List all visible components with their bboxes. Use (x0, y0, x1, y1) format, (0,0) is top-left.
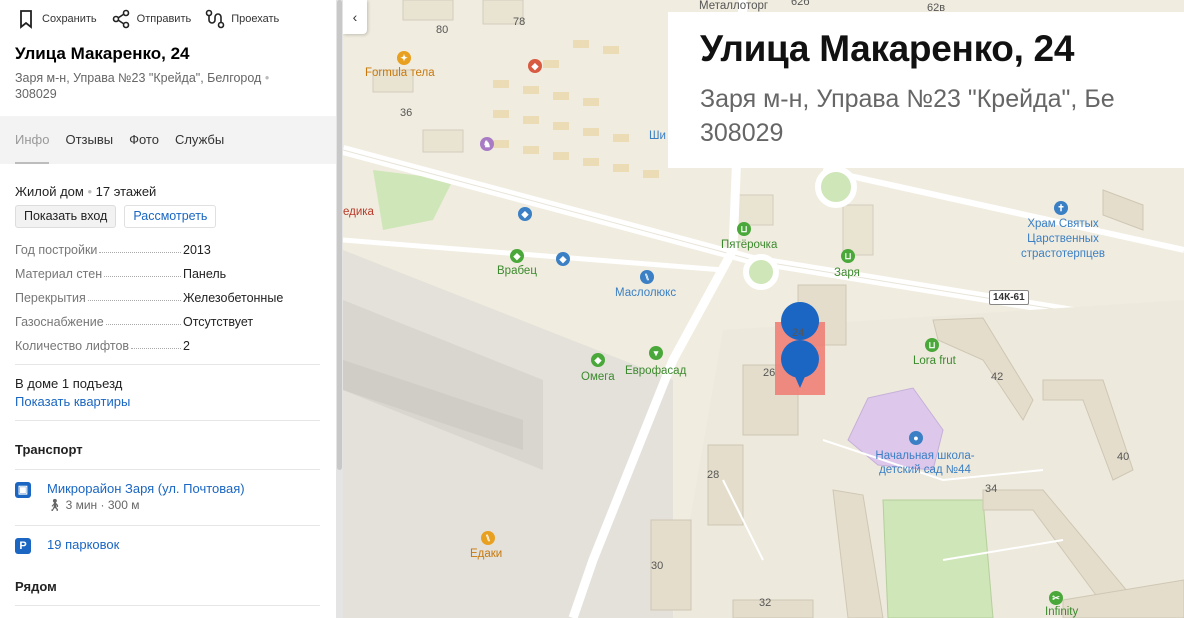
property-row: Газоснабжение Отсутствует (15, 310, 320, 334)
transport-heading: Транспорт (15, 442, 83, 457)
parking-link[interactable]: 19 парковок (47, 537, 119, 552)
property-key: Материал стен (15, 267, 103, 281)
property-value: Отсутствует (183, 315, 254, 329)
shop-icon[interactable]: ◆ (510, 249, 524, 263)
share-icon (112, 9, 129, 29)
property-value: 2013 (183, 243, 211, 257)
divider (15, 525, 320, 526)
panel-scrollbar[interactable] (336, 0, 343, 618)
divider (15, 420, 320, 421)
collapse-panel-button[interactable]: ‹ (343, 0, 367, 34)
house-type-text: Жилой дом (15, 184, 84, 199)
transport-meta: 🚶︎ 3 мин · 300 м (47, 498, 140, 512)
property-list: Год постройки 2013 Материал стен Панель … (15, 238, 320, 358)
property-row: Перекрытия Железобетонные (15, 286, 320, 310)
route-button[interactable]: Проехать (205, 9, 279, 29)
place-panel: Сохранить Отправить Проехать Улица Макар… (0, 0, 336, 618)
church-icon[interactable]: ✝ (1054, 201, 1068, 215)
beauty-icon[interactable]: ✂ (1049, 591, 1063, 605)
property-value: Панель (183, 267, 227, 281)
restaurant-icon[interactable]: ⑊ (481, 531, 495, 545)
tab-photos[interactable]: Фото (129, 116, 159, 164)
fitness-icon[interactable]: ✦ (397, 51, 411, 65)
show-entrance-button[interactable]: Показать вход (15, 205, 117, 228)
property-key: Количество лифтов (15, 339, 130, 353)
divider (15, 364, 320, 365)
show-apartments-link[interactable]: Показать квартиры (15, 394, 320, 409)
grocery-icon[interactable]: ⊔ (737, 222, 751, 236)
property-row: Год постройки 2013 (15, 238, 320, 262)
bookmark-icon (20, 10, 32, 29)
property-value: 2 (183, 339, 190, 353)
entrances: В доме 1 подъезд Показать квартиры (15, 376, 320, 409)
transport-item[interactable]: P 19 парковок (15, 537, 320, 554)
transport-name[interactable]: Микрорайон Заря (ул. Почтовая) (47, 481, 245, 496)
place-address: Заря м-н, Управа №23 "Крейда", Белгород … (0, 64, 336, 102)
grocery-icon[interactable]: ⊔ (925, 338, 939, 352)
divider (15, 469, 320, 470)
nearby-heading: Рядом (15, 579, 57, 594)
save-button[interactable]: Сохранить (16, 9, 97, 29)
zoom-title: Улица Макаренко, 24 (700, 28, 1075, 69)
property-key: Год постройки (15, 243, 98, 257)
shop-icon[interactable]: ◆ (528, 59, 542, 73)
chevron-left-icon: ‹ (352, 9, 358, 25)
tab-info[interactable]: Инфо (15, 116, 50, 164)
house-buttons: Показать вход Рассмотреть (15, 205, 320, 228)
separator-dot: • (264, 71, 270, 85)
zoom-address: Заря м-н, Управа №23 "Крейда", Бе 308029 (700, 82, 1184, 150)
postcode: 308029 (15, 87, 57, 101)
route-icon (205, 9, 225, 29)
scrollbar-thumb[interactable] (337, 0, 342, 470)
house-type: Жилой дом • 17 этажей (15, 184, 320, 199)
divider (15, 605, 320, 606)
property-key: Перекрытия (15, 291, 86, 305)
service-icon[interactable]: ◆ (556, 252, 570, 266)
property-value: Железобетонные (183, 291, 284, 305)
property-row: Количество лифтов 2 (15, 334, 320, 358)
kindergarten-icon[interactable]: ♞ (480, 137, 494, 151)
restaurant-icon[interactable]: ⑊ (640, 270, 654, 284)
tab-services[interactable]: Службы (175, 116, 224, 164)
school-icon[interactable]: ● (909, 431, 923, 445)
walk-icon: 🚶︎ (47, 498, 63, 512)
house-floors: 17 этажей (95, 184, 157, 199)
tab-bar: Инфо Отзывы Фото Службы (0, 116, 336, 164)
property-row: Материал стен Панель (15, 262, 320, 286)
address-text: Заря м-н, Управа №23 "Крейда", Белгород (15, 71, 262, 85)
entrance-count: В доме 1 подъезд (15, 376, 123, 391)
shop-icon[interactable]: ◆ (591, 353, 605, 367)
zoom-address-text: Заря м-н, Управа №23 "Крейда", Бе (700, 85, 1115, 113)
zoom-postcode: 308029 (700, 119, 784, 147)
tab-reviews[interactable]: Отзывы (65, 116, 113, 164)
save-label: Сохранить (42, 13, 97, 25)
service-icon[interactable]: ◆ (518, 207, 532, 221)
walk-distance: 300 м (107, 498, 140, 512)
address-zoom-card: Улица Макаренко, 24 Заря м-н, Управа №23… (668, 12, 1184, 168)
paint-icon[interactable]: ▾ (649, 346, 663, 360)
grocery-icon[interactable]: ⊔ (841, 249, 855, 263)
separator-dot: • (87, 184, 93, 199)
parking-icon: P (15, 538, 31, 554)
view-button[interactable]: Рассмотреть (124, 205, 217, 228)
route-label: Проехать (231, 13, 280, 25)
place-title: Улица Макаренко, 24 (15, 44, 190, 63)
transport-item[interactable]: ▣ Микрорайон Заря (ул. Почтовая) 🚶︎ 3 ми… (15, 481, 320, 512)
road-number-badge: 14К-61 (989, 290, 1029, 305)
share-label: Отправить (136, 13, 192, 25)
property-key: Газоснабжение (15, 315, 104, 329)
share-button[interactable]: Отправить (111, 9, 192, 29)
walk-time: 3 мин (65, 498, 98, 512)
action-bar: Сохранить Отправить Проехать (0, 0, 336, 32)
bus-stop-icon: ▣ (15, 482, 31, 498)
map-view[interactable]: 80 78 62б 62в 36 24 26 42 40 28 34 30 32… (343, 0, 1184, 618)
